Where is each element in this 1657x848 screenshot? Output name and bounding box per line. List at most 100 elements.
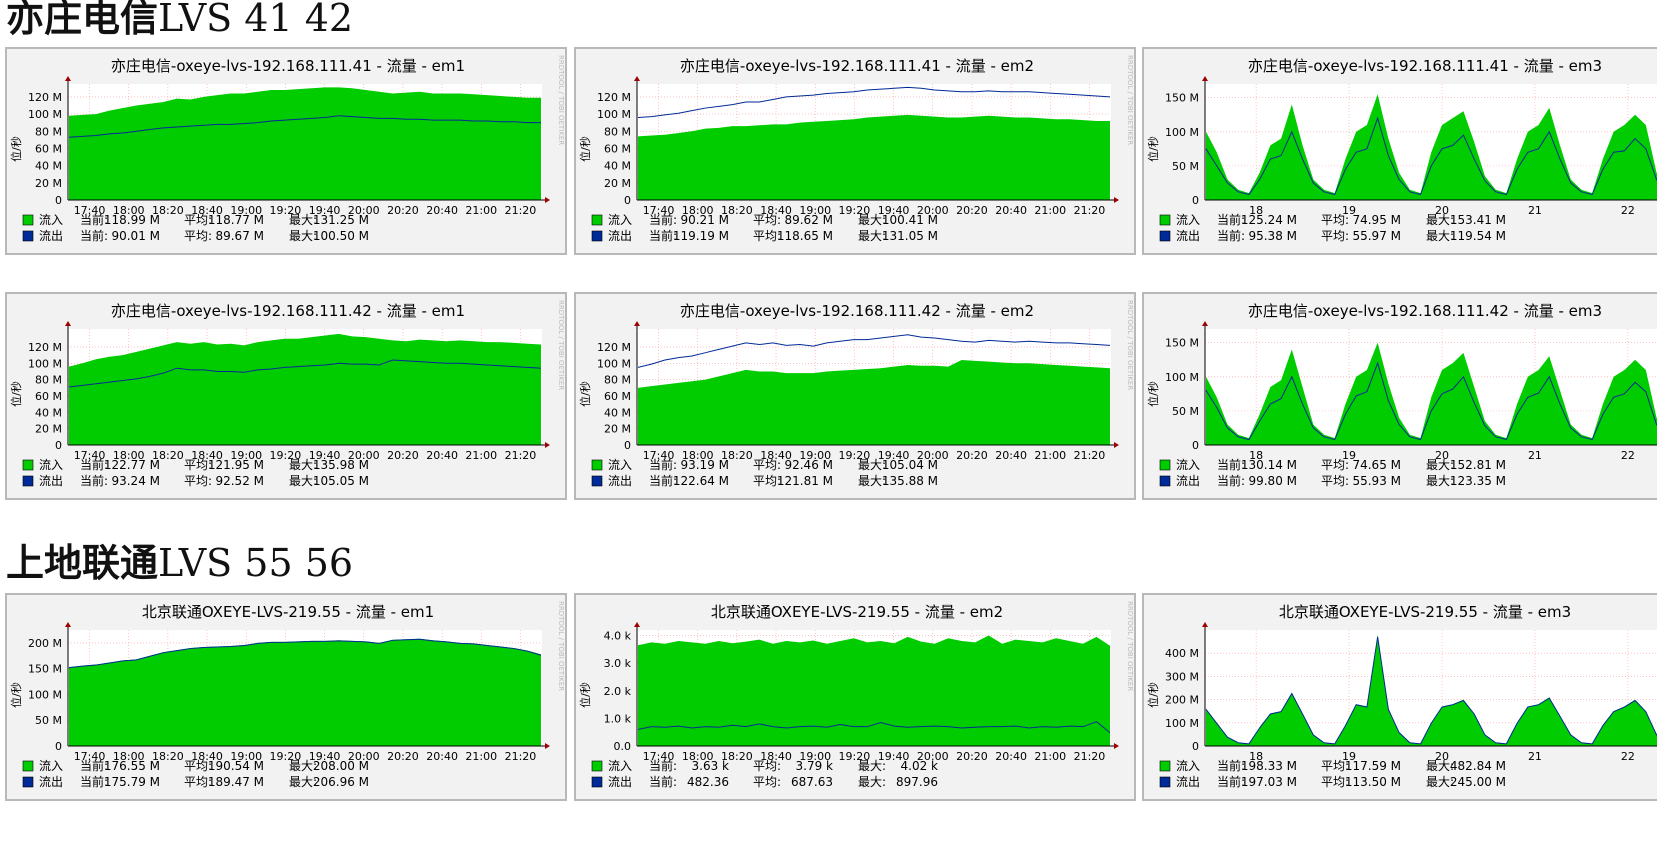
legend-swatch-in	[591, 214, 603, 226]
x-tick-label: 22	[1621, 449, 1635, 462]
y-axis-label: 位/秒	[578, 682, 592, 708]
legend-stat-value-out: 189.47 M	[208, 775, 264, 789]
y-tick-label: 0	[1192, 439, 1199, 452]
legend-stat-value-out: 122.64 M	[673, 474, 729, 488]
graph-42-em3[interactable]: 亦庄电信-oxeye-lvs-192.168.111.42 - 流量 - em3…	[1142, 292, 1657, 500]
chart-title: 亦庄电信-oxeye-lvs-192.168.111.42 - 流量 - em1	[111, 302, 465, 320]
x-tick-label: 21:00	[465, 204, 497, 217]
x-tick-label: 20:20	[387, 204, 419, 217]
legend-stat-value-in: 121.95 M	[208, 458, 264, 472]
y-tick-label: 0	[55, 194, 62, 207]
graph-41-em2[interactable]: 亦庄电信-oxeye-lvs-192.168.111.41 - 流量 - em2…	[574, 47, 1136, 255]
legend-stat-value-in: 117.59 M	[1345, 759, 1401, 773]
legend-label-out: 流出	[39, 775, 63, 789]
y-tick-label: 150 M	[1165, 92, 1199, 105]
legend-stat-value-in: 153.41 M	[1450, 213, 1506, 227]
legend-stat-value-out: 118.65 M	[777, 229, 833, 243]
legend-stat-value-out: 119.54 M	[1450, 229, 1506, 243]
x-tick-label: 20:40	[995, 449, 1027, 462]
legend-stat-label: 最大:	[858, 759, 886, 773]
chart-svg: 亦庄电信-oxeye-lvs-192.168.111.41 - 流量 - em2…	[578, 55, 1134, 243]
graph-55-em1[interactable]: 北京联通OXEYE-LVS-219.55 - 流量 - em1 RRDTOOL /…	[5, 593, 567, 801]
y-tick-label: 2.0 k	[604, 685, 632, 698]
legend-stat-value-out: 123.35 M	[1450, 474, 1506, 488]
y-tick-label: 100 M	[28, 688, 62, 701]
y-tick-label: 120 M	[597, 341, 631, 354]
x-tick-label: 20:20	[387, 449, 419, 462]
legend-stat-value-in: 190.54 M	[208, 759, 264, 773]
y-tick-label: 0.0	[614, 740, 632, 753]
x-tick-label: 22	[1621, 204, 1635, 217]
y-axis-arrow	[1202, 321, 1208, 326]
x-tick-label: 21:00	[465, 750, 497, 763]
x-tick-label: 21:20	[505, 204, 537, 217]
y-tick-label: 0	[1192, 194, 1199, 207]
x-axis-arrow	[1114, 743, 1119, 749]
y-tick-label: 20 M	[604, 423, 631, 436]
legend-stat-label: 当前:	[80, 473, 108, 488]
legend-stat-value-out: 119.19 M	[673, 229, 729, 243]
legend-swatch-out	[591, 475, 603, 487]
legend-swatch-out	[1159, 475, 1171, 487]
legend-label-in: 流入	[608, 458, 632, 472]
legend-label-in: 流入	[608, 213, 632, 227]
legend-label-in: 流入	[1176, 759, 1200, 773]
chart-svg: 亦庄电信-oxeye-lvs-192.168.111.42 - 流量 - em1…	[9, 300, 565, 488]
legend-stat-value-in: 198.33 M	[1241, 759, 1297, 773]
graph-41-em3[interactable]: 亦庄电信-oxeye-lvs-192.168.111.41 - 流量 - em3…	[1142, 47, 1657, 255]
x-tick-label: 20:40	[995, 204, 1027, 217]
y-tick-label: 50 M	[1172, 405, 1199, 418]
legend-stat-value-out: 482.36	[687, 775, 729, 789]
y-tick-label: 100 M	[597, 357, 631, 370]
y-axis-label: 位/秒	[578, 381, 592, 407]
x-tick-label: 21:20	[505, 750, 537, 763]
y-axis-arrow	[634, 622, 640, 627]
y-axis-arrow	[634, 321, 640, 326]
x-tick-label: 21	[1528, 449, 1542, 462]
legend-stat-value-in: 176.55 M	[104, 759, 160, 773]
legend-label-in: 流入	[39, 213, 63, 227]
y-tick-label: 50 M	[35, 714, 62, 727]
chart-title: 亦庄电信-oxeye-lvs-192.168.111.41 - 流量 - em1	[111, 57, 465, 75]
legend-stat-value-in: 482.84 M	[1450, 759, 1506, 773]
graph-55-em2[interactable]: 北京联通OXEYE-LVS-219.55 - 流量 - em2 RRDTOOL /…	[574, 593, 1136, 801]
legend-stat-label: 当前:	[649, 774, 677, 789]
y-tick-label: 120 M	[28, 91, 62, 104]
legend-stat-label: 平均:	[1321, 213, 1349, 227]
y-tick-label: 20 M	[604, 177, 631, 190]
legend-stat-label: 当前:	[1217, 228, 1245, 243]
graph-42-em1[interactable]: 亦庄电信-oxeye-lvs-192.168.111.42 - 流量 - em1…	[5, 292, 567, 500]
y-axis-label: 位/秒	[1146, 381, 1160, 407]
y-tick-label: 100 M	[28, 357, 62, 370]
x-axis-arrow	[1114, 442, 1119, 448]
legend-stat-value-in: 100.41 M	[882, 213, 938, 227]
legend-stat-value-in: 208.00 M	[313, 759, 369, 773]
series-in-area	[638, 635, 1110, 746]
legend-stat-label: 平均:	[1321, 458, 1349, 472]
legend-stat-value-out: 197.03 M	[1241, 775, 1297, 789]
legend-stat-label: 当前:	[80, 228, 108, 243]
legend-stat-value-out: 687.63	[791, 775, 833, 789]
graph-55-em3[interactable]: 北京联通OXEYE-LVS-219.55 - 流量 - em3RRDTOOL /…	[1142, 593, 1657, 801]
x-tick-label: 21:00	[1034, 204, 1066, 217]
y-tick-label: 4.0 k	[604, 630, 632, 643]
legend-stat-value-in: 90.21 M	[680, 213, 729, 227]
y-axis-arrow	[634, 76, 640, 81]
x-axis-arrow	[1114, 197, 1119, 203]
legend-swatch-out	[591, 776, 603, 788]
y-tick-label: 60 M	[35, 142, 62, 155]
y-axis-arrow	[1202, 76, 1208, 81]
y-tick-label: 100 M	[597, 108, 631, 121]
legend-stat-value-out: 206.96 M	[313, 775, 369, 789]
legend-swatch-out	[1159, 776, 1171, 788]
y-tick-label: 60 M	[35, 390, 62, 403]
legend-swatch-out	[22, 475, 34, 487]
x-tick-label: 20:20	[956, 449, 988, 462]
graph-41-em1[interactable]: 亦庄电信-oxeye-lvs-192.168.111.41 - 流量 - em1…	[5, 47, 567, 255]
y-tick-label: 120 M	[28, 341, 62, 354]
graph-42-em2[interactable]: 亦庄电信-oxeye-lvs-192.168.111.42 - 流量 - em2…	[574, 292, 1136, 500]
chart-title: 亦庄电信-oxeye-lvs-192.168.111.42 - 流量 - em2	[680, 302, 1034, 320]
y-tick-label: 400 M	[1165, 647, 1199, 660]
legend-stat-value-in: 152.81 M	[1450, 458, 1506, 472]
legend-stat-value-in: 4.02 k	[901, 759, 939, 773]
